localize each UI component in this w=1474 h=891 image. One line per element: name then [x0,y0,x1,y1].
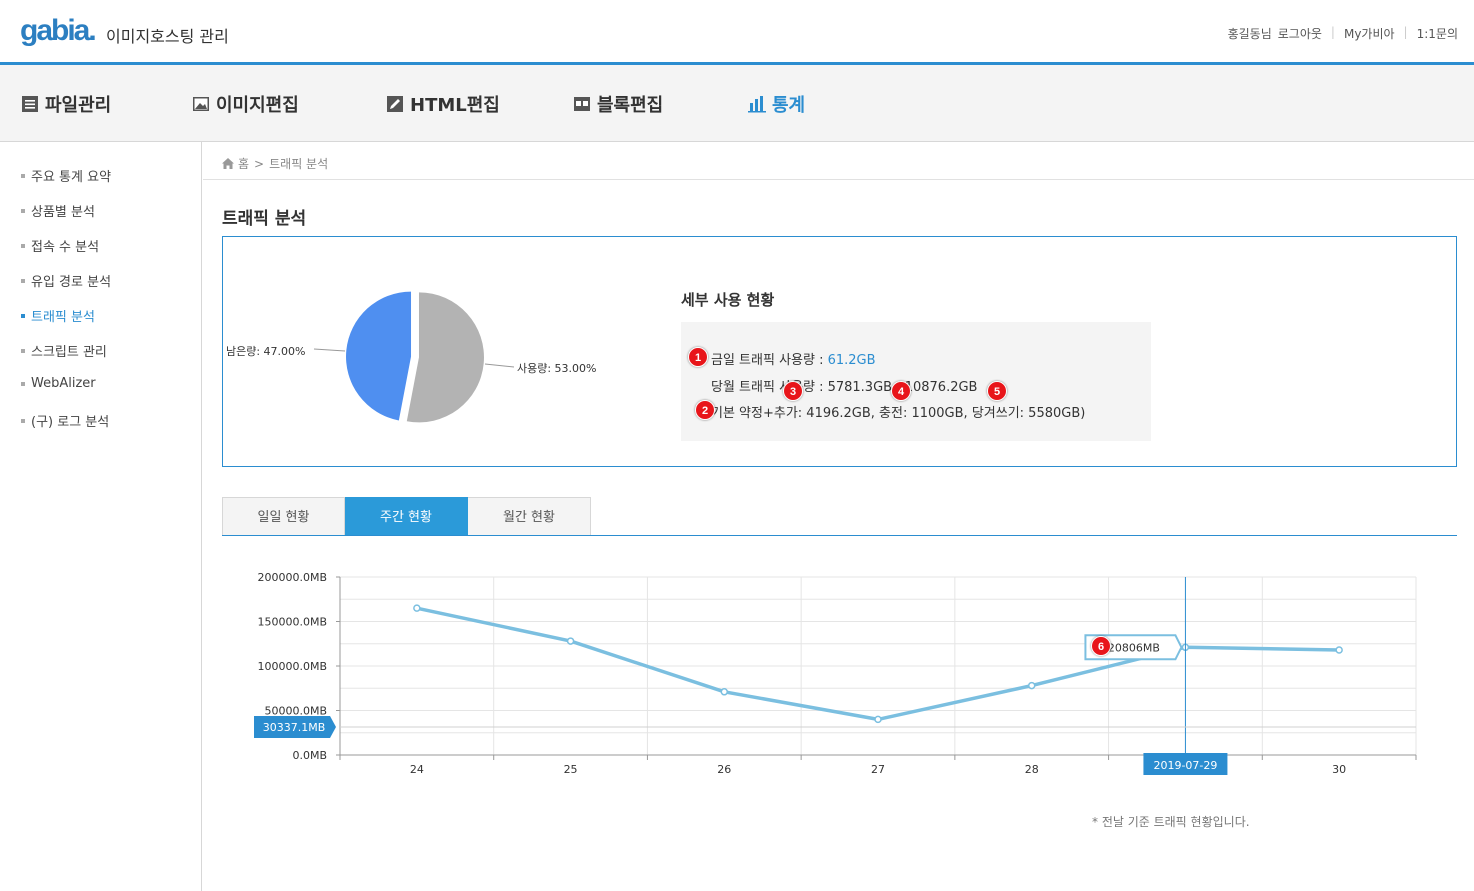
crosshair-x-label: 2019-07-29 [1153,759,1217,772]
user-name: 홍길동님 [1227,27,1272,41]
top-header: gabia. 이미지호스팅 관리 홍길동님 로그아웃 | My가비아 | 1:1… [0,0,1474,62]
traffic-line-chart: 0.0MB 50000.0MB 100000.0MB 150000.0MB 200000… [254,571,1417,776]
crosshair-y-label: 30337.1MB [263,721,326,734]
series-line [416,606,1340,722]
data-point [566,637,575,645]
breadcrumb-home[interactable]: 홈 [238,155,249,172]
annotation-badge: 1 [688,347,708,367]
bullet [21,173,25,178]
bullet [21,418,25,423]
block-icon [574,97,590,111]
x-tick-label: 27 [871,763,885,776]
bullet [21,243,25,248]
tab-weekly[interactable]: 주간 현황 [345,497,468,535]
bar-chart-icon [748,96,766,113]
mygabia-link[interactable]: My가비아 [1344,25,1395,42]
period-tabs: 일일 현황 주간 현황 월간 현황 [222,497,591,535]
divider [203,179,1474,180]
y-tick-label: 50000.0MB [264,705,327,718]
nav-image-edit[interactable]: 이미지편집 [192,91,299,117]
gabia-logo[interactable]: gabia. [20,14,97,48]
annotation-badge: 2 [695,400,715,420]
pie-leader-lines [313,348,515,368]
data-point [413,604,421,612]
today-traffic-value: 61.2GB [827,353,876,368]
data-point [1027,681,1036,690]
pencil-icon [387,96,403,112]
divider: | [1330,25,1335,39]
sidebar-item-summary[interactable]: 주요 통계 요약 [21,166,111,185]
breadcrumb: 홈 > 트래픽 분석 [222,155,328,172]
sidebar-item-script[interactable]: 스크립트 관리 [21,341,107,360]
bullet [21,348,25,353]
data-point [1335,646,1343,654]
x-tick-label: 30 [1332,763,1346,776]
sidebar-item-webalizer[interactable]: WebAlizer [21,376,96,391]
tab-daily[interactable]: 일일 현황 [222,497,345,535]
data-point [874,715,882,724]
top-links: 홍길동님 로그아웃 | My가비아 | 1:1문의 [1228,25,1458,42]
sidebar-item-visits[interactable]: 접속 수 분석 [21,236,99,255]
bullet [21,278,25,283]
app-title: 이미지호스팅 관리 [106,27,229,46]
annotation-badge: 3 [783,381,803,401]
divider: | [1403,25,1408,39]
x-tick-label: 25 [564,763,578,776]
breadcrumb-separator: > [254,156,265,171]
tab-rule [222,535,1457,536]
x-tick-label: 26 [717,763,731,776]
x-tick-label: 28 [1025,763,1039,776]
today-traffic: 금일 트래픽 사용량 : 61.2GB [711,353,876,368]
home-icon [222,158,234,169]
data-point [720,688,729,696]
nav-html-edit[interactable]: HTML편집 [386,91,500,117]
sidebar-item-old-log[interactable]: (구) 로그 분석 [21,411,109,430]
leader-line [484,363,515,368]
sidebar: 주요 통계 요약 상품별 분석 접속 수 분석 유입 경로 분석 트래픽 분석 … [0,142,202,891]
annotation-badge: 5 [987,381,1007,401]
nav-block-edit[interactable]: 블록편집 [573,91,663,117]
leader-line [313,348,346,352]
pie-remaining-label: 남은량: 47.00% [226,345,306,358]
y-tick-label: 0.0MB [292,749,327,762]
inquiry-link[interactable]: 1:1문의 [1417,25,1458,42]
pie-used-label: 사용량: 53.00% [517,362,597,375]
page-title: 트래픽 분석 [222,209,307,229]
y-tick-label: 200000.0MB [257,571,327,584]
file-list-icon [22,96,38,112]
logout-link[interactable]: 로그아웃 [1278,25,1322,42]
sidebar-item-product[interactable]: 상품별 분석 [21,201,95,220]
sidebar-item-traffic[interactable]: 트래픽 분석 [21,306,95,325]
annotation-badge: 6 [1091,636,1111,656]
y-tick-label: 100000.0MB [257,660,327,673]
month-traffic: 당월 트래픽 사용량 : 5781.3GB / 10876.2GB [711,380,978,395]
bullet [21,381,25,386]
tab-monthly[interactable]: 월간 현황 [468,497,591,535]
main-nav: 파일관리 이미지편집 HTML편집 블록편집 통계 [0,65,1474,142]
sidebar-item-referrer[interactable]: 유입 경로 분석 [21,271,111,290]
image-icon [193,97,209,111]
breadcrumb-current: 트래픽 분석 [269,157,329,171]
plan-breakdown: 기본 약정+추가: 4196.2GB, 충전: 1100GB, 당겨쓰기: 55… [711,406,1086,421]
bullet [21,208,25,213]
annotation-badge: 4 [891,381,911,401]
nav-statistics[interactable]: 통계 [748,91,805,117]
nav-file-manage[interactable]: 파일관리 [21,91,111,117]
y-tick-label: 150000.0MB [257,616,327,629]
footnote: * 전날 기준 트래픽 현황입니다. [1092,815,1250,829]
detail-title: 세부 사용 현황 [681,291,775,309]
bullet [21,313,25,318]
x-tick-label: 24 [410,763,424,776]
